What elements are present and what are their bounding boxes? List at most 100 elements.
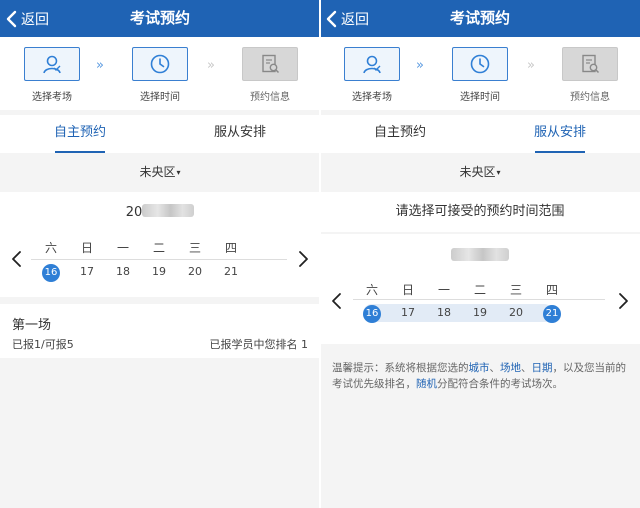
chevron-right-icon[interactable] xyxy=(615,292,631,310)
date-number: 19 xyxy=(473,306,487,319)
calendar-month-label xyxy=(320,245,640,264)
tab-label: 服从安排 xyxy=(213,125,266,140)
clock-icon xyxy=(470,54,490,74)
tab-label: 自主预约 xyxy=(373,125,426,140)
date-cell[interactable]: 20 xyxy=(498,304,534,322)
weekday-label: 一 xyxy=(116,241,129,255)
date-cell[interactable]: 20 xyxy=(177,263,213,281)
date-cell[interactable]: 18 xyxy=(426,304,462,322)
step-label: 预约信息 xyxy=(570,92,610,103)
date-cell[interactable]: 17 xyxy=(69,263,105,281)
date-number: 20 xyxy=(188,265,202,278)
chevron-left-icon xyxy=(6,10,17,27)
step-label: 选择时间 xyxy=(140,92,180,103)
date-number: 18 xyxy=(116,265,130,278)
calendar-month-label: 20 xyxy=(0,204,320,220)
tab-arranged[interactable]: 服从安排 xyxy=(160,115,320,153)
back-button[interactable]: 返回 xyxy=(6,0,49,37)
step-booking-info: 预约信息 xyxy=(242,47,298,103)
step-label: 预约信息 xyxy=(250,92,290,103)
range-end-date[interactable]: 21 xyxy=(534,304,570,323)
date-cell[interactable]: 19 xyxy=(141,263,177,281)
hint-text: 温馨提示：系统将根据您选的城市、场地、日期，以及您当前的考试优先级排名，随机分配… xyxy=(332,362,626,390)
tab-label: 服从安排 xyxy=(533,125,586,140)
caret-down-icon: ▾ xyxy=(496,168,501,177)
date-cell[interactable]: 17 xyxy=(390,304,426,322)
step-select-time: 选择时间 xyxy=(132,47,188,103)
step-arrow: » xyxy=(96,58,104,73)
step-label: 选择时间 xyxy=(460,92,500,103)
session-title: 第一场 xyxy=(12,318,52,333)
app-header: 返回 考试预约 xyxy=(320,0,640,37)
weekday-label: 三 xyxy=(509,283,522,297)
range-title: 请选择可接受的预约时间范围 xyxy=(320,192,640,232)
date-number: 21 xyxy=(224,265,238,278)
date-number: 18 xyxy=(437,306,451,319)
tab-label: 自主预约 xyxy=(53,125,106,140)
back-label: 返回 xyxy=(21,11,49,28)
document-search-icon xyxy=(262,54,280,74)
date-calendar: 20 六 日 一 二 三 四 16 17 18 19 20 21 xyxy=(0,192,320,297)
tab-self-booking[interactable]: 自主预约 xyxy=(320,115,480,153)
step-arrow: » xyxy=(207,58,215,73)
step-select-venue: 选择考场 xyxy=(344,47,400,103)
blurred-date-text xyxy=(451,248,509,261)
panel-arranged: 返回 考试预约 选择考场 » 选择时间 » 预约信息 自主预约 服从安排 未央区… xyxy=(320,0,640,508)
session-quota: 已报1/可报5 xyxy=(12,338,74,351)
session-rank: 已报学员中您排名 1 xyxy=(209,338,309,351)
district-value: 未央区 xyxy=(139,165,176,179)
weekday-label: 四 xyxy=(224,241,237,255)
weekday-label: 二 xyxy=(152,241,165,255)
divider xyxy=(31,259,287,260)
tab-arranged[interactable]: 服从安排 xyxy=(480,115,640,153)
weekday-label: 二 xyxy=(473,283,486,297)
back-button[interactable]: 返回 xyxy=(326,0,369,37)
step-label: 选择考场 xyxy=(352,92,392,103)
divider xyxy=(353,299,605,300)
date-cell-selected[interactable]: 16 xyxy=(33,263,69,282)
date-cell[interactable]: 19 xyxy=(462,304,498,322)
progress-steps: 选择考场 » 选择时间 » 预约信息 xyxy=(320,37,640,110)
app-header: 返回 考试预约 xyxy=(0,0,320,37)
selected-date: 21 xyxy=(543,305,561,323)
district-dropdown[interactable]: 未央区▾ xyxy=(0,158,320,188)
chevron-left-icon[interactable] xyxy=(329,292,345,310)
tab-self-booking[interactable]: 自主预约 xyxy=(0,115,160,153)
weekday-label: 一 xyxy=(437,283,450,297)
chevron-left-icon[interactable] xyxy=(9,250,25,268)
selected-date: 16 xyxy=(363,305,381,323)
district-dropdown[interactable]: 未央区▾ xyxy=(320,158,640,188)
screen: 返回 考试预约 选择考场 » 选择时间 » 预约信息 自主预约 服从安排 未央区… xyxy=(0,0,640,508)
person-icon xyxy=(363,55,381,74)
progress-steps: 选择考场 » 选择时间 » 预约信息 xyxy=(0,37,320,110)
back-label: 返回 xyxy=(341,11,369,28)
booking-tabs: 自主预约 服从安排 xyxy=(320,115,640,153)
clock-icon xyxy=(150,54,170,74)
caret-down-icon: ▾ xyxy=(176,168,181,177)
step-select-time: 选择时间 xyxy=(452,47,508,103)
hint-highlight: 日期 xyxy=(531,362,553,374)
district-value: 未央区 xyxy=(459,165,496,179)
weekday-label: 日 xyxy=(401,283,414,297)
step-arrow: » xyxy=(416,58,424,73)
range-start-date[interactable]: 16 xyxy=(354,304,390,323)
step-select-venue: 选择考场 xyxy=(24,47,80,103)
hint-highlight: 场地 xyxy=(500,362,521,374)
year-prefix: 20 xyxy=(125,205,143,220)
chevron-left-icon xyxy=(326,10,337,27)
date-cell[interactable]: 21 xyxy=(213,263,249,281)
booking-tabs: 自主预约 服从安排 xyxy=(0,115,320,153)
step-arrow: » xyxy=(527,58,535,73)
blurred-date-text xyxy=(142,204,195,217)
session-card[interactable]: 第一场 已报1/可报5 已报学员中您排名 1 xyxy=(0,304,320,358)
date-cell[interactable]: 18 xyxy=(105,263,141,281)
chevron-right-icon[interactable] xyxy=(295,250,311,268)
person-icon xyxy=(43,55,61,74)
date-number: 19 xyxy=(152,265,166,278)
active-tab-indicator xyxy=(535,151,585,153)
active-tab-indicator xyxy=(55,151,105,153)
date-number: 17 xyxy=(80,265,94,278)
selected-date: 16 xyxy=(42,264,60,282)
step-booking-info: 预约信息 xyxy=(562,47,618,103)
date-number: 17 xyxy=(401,306,415,319)
